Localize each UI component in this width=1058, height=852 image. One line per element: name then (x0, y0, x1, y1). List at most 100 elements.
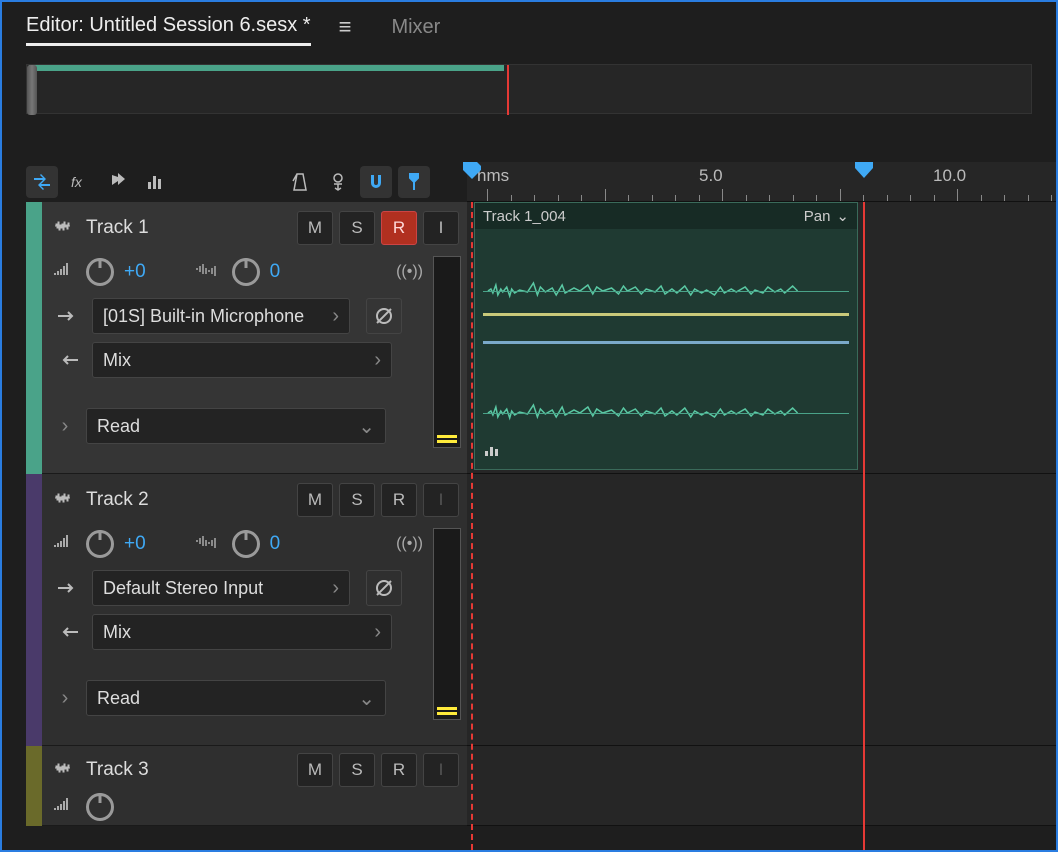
mute-button[interactable]: M (297, 483, 333, 517)
pan-envelope-line[interactable] (483, 341, 849, 344)
auto-scroll-icon[interactable] (322, 166, 354, 198)
volume-envelope-line[interactable] (483, 313, 849, 316)
track-header: Track 1 M S R I +0 0 ((•)) (42, 202, 467, 474)
track-level-meter (433, 256, 461, 448)
overview-clip-region (29, 65, 504, 71)
solo-button[interactable]: S (339, 211, 375, 245)
automation-label: Read (97, 688, 140, 709)
monitor-input-button[interactable]: I (423, 483, 459, 517)
chevron-down-icon: ⌄ (358, 414, 375, 439)
track-lane[interactable] (467, 474, 1056, 746)
pan-knob[interactable] (232, 258, 260, 286)
input-label: Default Stereo Input (103, 578, 263, 599)
track-row: Track 1 M S R I +0 0 ((•)) (26, 202, 1056, 474)
output-arrow-icon (54, 626, 82, 638)
in-point-marker[interactable] (463, 162, 481, 180)
track-color-bar[interactable] (26, 474, 42, 746)
track-row: Track 3 M S R I (26, 746, 1056, 826)
track-level-meter (433, 528, 461, 720)
track-color-bar[interactable] (26, 746, 42, 826)
overview-zoom-handle[interactable] (27, 65, 37, 115)
clip-envelope-label[interactable]: Pan (804, 208, 831, 225)
volume-knob[interactable] (86, 530, 114, 558)
expand-automation-icon[interactable]: › (54, 415, 76, 438)
panel-tabs: Editor: Untitled Session 6.sesx * ≡ Mixe… (2, 2, 1056, 52)
arm-record-button[interactable]: R (381, 753, 417, 787)
automation-mode-select[interactable]: Read ⌄ (86, 680, 386, 716)
track-color-bar[interactable] (26, 202, 42, 474)
waveform-icon (54, 490, 76, 511)
volume-knob[interactable] (86, 258, 114, 286)
waveform-upper (483, 251, 849, 331)
output-select[interactable]: Mix› (92, 342, 392, 378)
record-start-line (471, 202, 473, 850)
output-select[interactable]: Mix› (92, 614, 392, 650)
ruler-unit-label: hms (477, 166, 509, 186)
volume-value[interactable]: +0 (124, 261, 146, 283)
track-lane[interactable] (467, 746, 1056, 826)
metronome-icon[interactable] (284, 166, 316, 198)
output-arrow-icon (54, 354, 82, 366)
chevron-right-icon: › (332, 577, 339, 600)
solo-button[interactable]: S (339, 753, 375, 787)
panel-menu-icon[interactable]: ≡ (339, 14, 352, 40)
mute-button[interactable]: M (297, 753, 333, 787)
monitor-icon[interactable]: ((•)) (396, 263, 423, 281)
pan-icon (196, 534, 222, 555)
input-arrow-icon (54, 310, 82, 322)
track-header: Track 2 M S R I +0 0 ((•)) (42, 474, 467, 746)
track-name[interactable]: Track 3 (86, 759, 287, 781)
chevron-down-icon: ⌄ (358, 686, 375, 711)
playhead-tool-icon[interactable] (398, 166, 430, 198)
time-ruler[interactable]: hms 5.0 10.0 for(let i=0;i<26;i++)docume… (467, 162, 1056, 202)
waveform-icon (54, 760, 76, 781)
output-label: Mix (103, 622, 131, 643)
track-name[interactable]: Track 1 (86, 217, 287, 239)
timeline-overview[interactable] (26, 64, 1032, 114)
tab-editor[interactable]: Editor: Untitled Session 6.sesx * (26, 8, 311, 46)
volume-icon (54, 796, 76, 819)
ruler-tick-label: 5.0 (699, 166, 723, 186)
chevron-right-icon: › (374, 349, 381, 372)
overview-playhead[interactable] (507, 65, 509, 115)
input-select[interactable]: Default Stereo Input › (92, 570, 350, 606)
playhead-marker[interactable] (855, 162, 873, 180)
fx-icon[interactable]: fx (64, 166, 96, 198)
phase-invert-button[interactable] (366, 570, 402, 606)
ruler-tick-label: 10.0 (933, 166, 966, 186)
chevron-down-icon[interactable]: ⌄ (836, 207, 849, 225)
tab-mixer[interactable]: Mixer (391, 10, 440, 45)
input-select[interactable]: [01S] Built-in Microphone› (92, 298, 350, 334)
chevron-right-icon: › (332, 305, 339, 328)
track-lane[interactable]: Track 1_004 Pan ⌄ (467, 202, 1056, 474)
mute-button[interactable]: M (297, 211, 333, 245)
clip-name: Track 1_004 (483, 208, 566, 225)
playhead-line[interactable] (863, 202, 865, 850)
pan-knob[interactable] (232, 530, 260, 558)
pan-icon (196, 262, 222, 283)
inputs-outputs-icon[interactable] (26, 166, 58, 198)
eq-icon[interactable] (140, 166, 172, 198)
arm-record-button[interactable]: R (381, 211, 417, 245)
arm-record-button[interactable]: R (381, 483, 417, 517)
track-name[interactable]: Track 2 (86, 489, 287, 511)
waveform-icon (54, 218, 76, 239)
expand-automation-icon[interactable]: › (54, 687, 76, 710)
snap-icon[interactable] (360, 166, 392, 198)
volume-knob[interactable] (86, 793, 114, 821)
monitor-input-button[interactable]: I (423, 211, 459, 245)
solo-button[interactable]: S (339, 483, 375, 517)
volume-value[interactable]: +0 (124, 533, 146, 555)
audio-clip[interactable]: Track 1_004 Pan ⌄ (474, 202, 858, 470)
clip-header[interactable]: Track 1_004 Pan ⌄ (475, 203, 857, 229)
monitor-icon[interactable]: ((•)) (396, 535, 423, 553)
pan-value[interactable]: 0 (270, 261, 281, 283)
automation-mode-select[interactable]: Read⌄ (86, 408, 386, 444)
clip-bars-icon (485, 443, 501, 461)
pan-value[interactable]: 0 (270, 533, 281, 555)
track-header: Track 3 M S R I (42, 746, 467, 826)
sends-icon[interactable] (102, 166, 134, 198)
monitor-input-button[interactable]: I (423, 753, 459, 787)
input-arrow-icon (54, 582, 82, 594)
phase-invert-button[interactable] (366, 298, 402, 334)
